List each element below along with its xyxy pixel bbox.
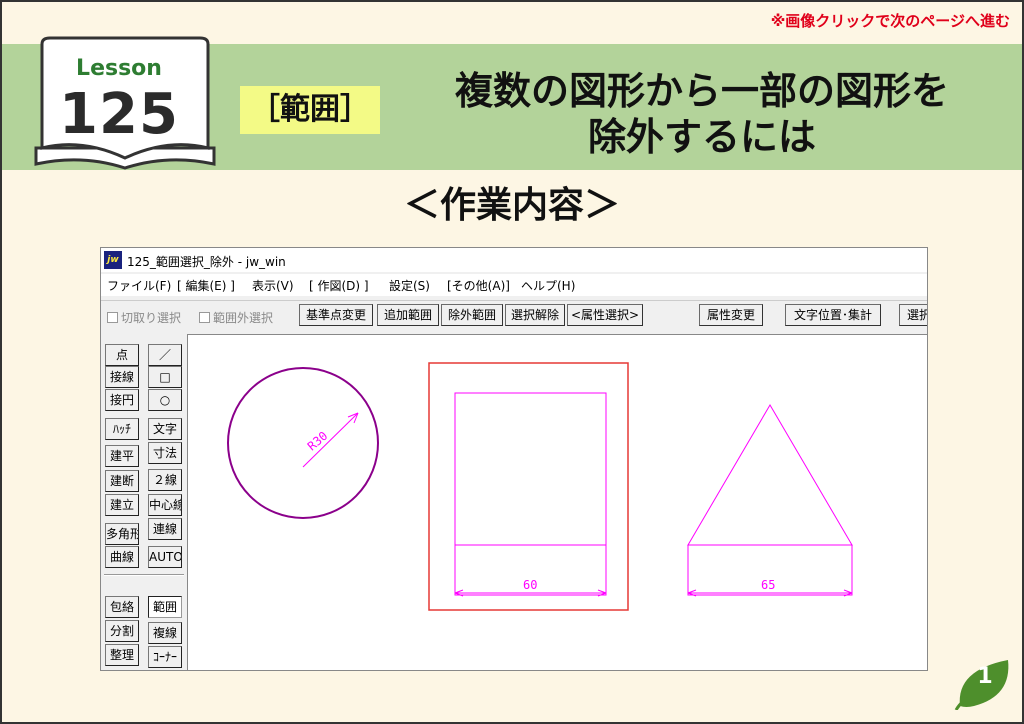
- tool-building-elevation[interactable]: 建立: [105, 494, 139, 516]
- slide[interactable]: ※画像クリックで次のページへ進む Lesson 125 ［範囲］ 複数の図形から…: [0, 0, 1024, 724]
- menu-view[interactable]: 表示(V): [252, 277, 294, 294]
- clear-selection-button[interactable]: 選択解除: [505, 304, 565, 326]
- jw-app-icon: jw: [104, 251, 122, 269]
- text-position-tally-button[interactable]: 文字位置･集計: [785, 304, 881, 326]
- attribute-change-button[interactable]: 属性変更: [699, 304, 763, 326]
- rect-dimension-label: 60: [523, 578, 537, 592]
- tool-line[interactable]: ／: [148, 344, 182, 366]
- tool-building-section[interactable]: 建断: [105, 470, 139, 492]
- tool-hatch[interactable]: ﾊｯﾁ: [105, 418, 139, 440]
- window-title: 125_範囲選択_除外 - jw_win: [127, 255, 286, 269]
- tool-tangent-line[interactable]: 接線: [105, 366, 139, 388]
- tool-point[interactable]: 点: [105, 344, 139, 366]
- drawing-canvas[interactable]: R30 60 65: [187, 334, 927, 670]
- window-titlebar: jw 125_範囲選択_除外 - jw_win: [101, 248, 927, 272]
- change-base-point-button[interactable]: 基準点変更: [299, 304, 373, 326]
- lesson-label: Lesson: [76, 56, 162, 81]
- category-tag: ［範囲］: [240, 86, 380, 134]
- attribute-select-button[interactable]: <属性選択>: [567, 304, 643, 326]
- tool-palette: 点 接線 接円 ﾊｯﾁ 建平 建断 建立 多角形 曲線 包絡 分割 整理 ／ □…: [101, 334, 187, 670]
- tool-envelope[interactable]: 包絡: [105, 596, 139, 618]
- cut-select-checkbox[interactable]: 切取り選択: [107, 309, 181, 326]
- palette-divider: [104, 574, 184, 576]
- page-number: 1: [977, 664, 993, 689]
- outside-select-label: 範囲外選択: [213, 311, 274, 325]
- menu-bar: ファイル(F) [ 編集(E) ] 表示(V) [ 作図(D) ] 設定(S) …: [101, 274, 927, 296]
- tool-double-line[interactable]: ２線: [148, 469, 182, 491]
- jw-win-window: jw 125_範囲選択_除外 - jw_win ファイル(F) [ 編集(E) …: [100, 247, 928, 671]
- tool-curve[interactable]: 曲線: [105, 546, 139, 568]
- tool-copy-line[interactable]: 複線: [148, 622, 182, 644]
- range-toolbar: 切取り選択 範囲外選択 基準点変更 追加範囲 除外範囲 選択解除 <属性選択> …: [101, 300, 927, 328]
- menu-file[interactable]: ファイル(F): [107, 277, 171, 294]
- circle-shape[interactable]: [227, 367, 379, 519]
- radius-label: R30: [305, 429, 331, 454]
- menu-edit[interactable]: [ 編集(E) ]: [177, 277, 235, 294]
- tool-center-line[interactable]: 中心線: [148, 494, 182, 516]
- tool-rectangle[interactable]: □: [148, 366, 182, 388]
- selection-frame: [428, 362, 629, 611]
- outside-select-checkbox[interactable]: 範囲外選択: [199, 309, 273, 326]
- menu-draw[interactable]: [ 作図(D) ]: [309, 277, 369, 294]
- triangle-shape[interactable]: [687, 404, 853, 546]
- lesson-title-line2: 除外するには: [587, 115, 816, 159]
- cut-select-label: 切取り選択: [121, 311, 182, 325]
- tool-polygon[interactable]: 多角形: [105, 523, 139, 545]
- next-page-note: ※画像クリックで次のページへ進む: [770, 12, 1010, 30]
- add-range-button[interactable]: 追加範囲: [377, 304, 439, 326]
- exclude-range-button[interactable]: 除外範囲: [441, 304, 503, 326]
- tool-tangent-circle[interactable]: 接円: [105, 389, 139, 411]
- tri-dimension-label: 65: [761, 578, 775, 592]
- tool-text[interactable]: 文字: [148, 418, 182, 440]
- tool-continuous-line[interactable]: 連線: [148, 518, 182, 540]
- tool-range[interactable]: 範囲: [148, 596, 182, 618]
- tool-dimension[interactable]: 寸法: [148, 442, 182, 464]
- tool-corner[interactable]: ｺｰﾅｰ: [148, 646, 182, 668]
- tool-circle[interactable]: ○: [148, 389, 182, 411]
- work-heading: ＜作業内容＞: [403, 185, 620, 226]
- drawing-svg: R30 60 65: [227, 362, 853, 611]
- tool-divide[interactable]: 分割: [105, 620, 139, 642]
- tool-building-plan[interactable]: 建平: [105, 445, 139, 467]
- menu-help[interactable]: ヘルプ(H): [521, 277, 575, 294]
- menu-settings[interactable]: 設定(S): [389, 277, 430, 294]
- tool-arrange[interactable]: 整理: [105, 644, 139, 666]
- lesson-number: 125: [59, 82, 179, 147]
- select-button[interactable]: 選択: [899, 304, 927, 326]
- menu-other[interactable]: [その他(A)]: [447, 277, 510, 294]
- rectangle-upper[interactable]: [454, 392, 607, 546]
- tool-auto[interactable]: AUTO: [148, 546, 182, 568]
